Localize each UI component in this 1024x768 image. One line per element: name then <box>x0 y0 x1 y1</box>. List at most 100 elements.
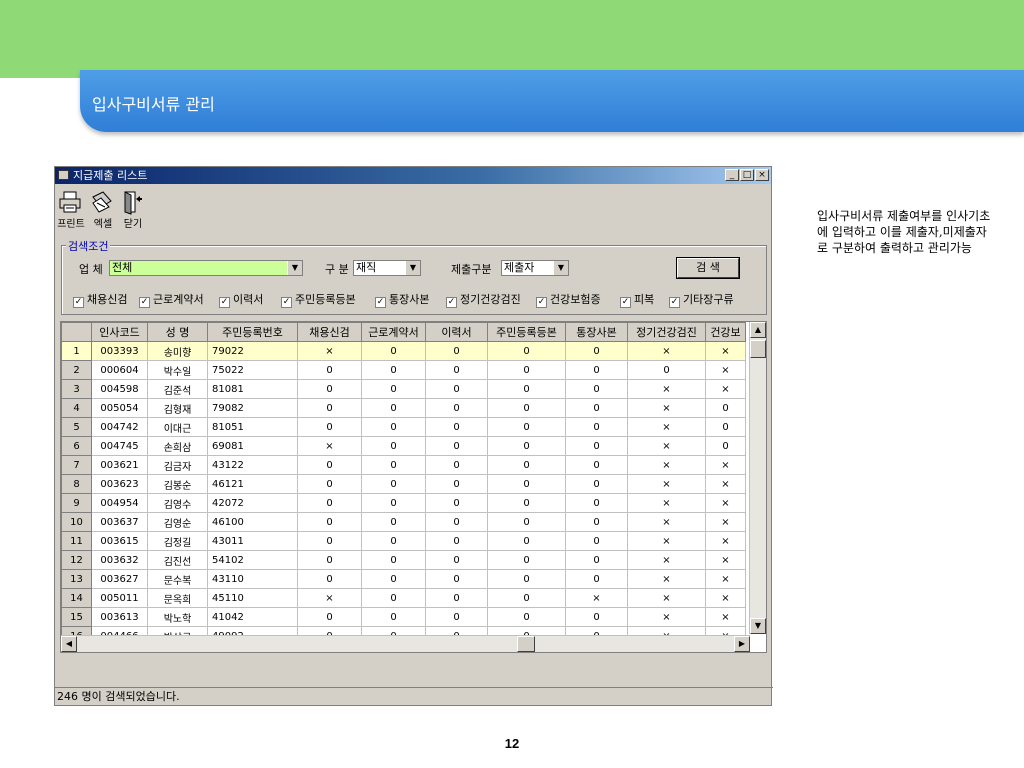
company-select[interactable]: 전체 ▼ <box>109 260 303 276</box>
table-cell[interactable]: 0 <box>487 474 566 494</box>
table-cell[interactable]: 79082 <box>207 398 298 418</box>
table-cell[interactable]: 0 <box>425 398 488 418</box>
row-number[interactable]: 11 <box>61 531 92 551</box>
table-cell[interactable]: 0 <box>361 607 426 627</box>
table-cell[interactable]: 0 <box>297 512 362 532</box>
table-cell[interactable]: 0 <box>361 379 426 399</box>
table-cell[interactable]: 0 <box>425 607 488 627</box>
table-cell[interactable]: 0 <box>361 398 426 418</box>
table-row[interactable]: 10 003637 김영순 46100 0 0 0 0 0 × × <box>61 512 746 532</box>
row-number[interactable]: 9 <box>61 493 92 513</box>
table-cell[interactable]: × <box>565 588 628 608</box>
table-cell[interactable]: × <box>705 493 746 513</box>
checkbox-resume[interactable]: ✓ 이력서 <box>219 291 263 308</box>
table-cell[interactable]: 김영순 <box>147 512 208 532</box>
table-cell[interactable]: × <box>627 474 706 494</box>
table-row[interactable]: 9 004954 김영수 42072 0 0 0 0 0 × × <box>61 493 746 513</box>
column-header[interactable]: 채용신검 <box>297 322 362 342</box>
table-cell[interactable]: 0 <box>425 417 488 437</box>
table-cell[interactable]: 0 <box>565 360 628 380</box>
checkbox-bankbook[interactable]: ✓ 통장사본 <box>375 291 429 308</box>
table-cell[interactable]: 0 <box>297 607 362 627</box>
table-cell[interactable]: × <box>627 379 706 399</box>
table-cell[interactable]: 0 <box>487 531 566 551</box>
table-cell[interactable]: 0 <box>361 474 426 494</box>
table-cell[interactable]: 81081 <box>207 379 298 399</box>
table-cell[interactable]: 0 <box>565 379 628 399</box>
column-header[interactable]: 근로계약서 <box>361 322 426 342</box>
table-cell[interactable]: 0 <box>487 379 566 399</box>
table-row[interactable]: 14 005011 문옥희 45110 × 0 0 0 × × × <box>61 588 746 608</box>
table-row[interactable]: 3 004598 김준석 81081 0 0 0 0 0 × × <box>61 379 746 399</box>
hscroll-thumb[interactable] <box>517 636 535 652</box>
table-cell[interactable]: 0 <box>361 341 426 361</box>
table-cell[interactable]: × <box>627 512 706 532</box>
row-number[interactable]: 8 <box>61 474 92 494</box>
table-cell[interactable]: 0 <box>297 474 362 494</box>
table-cell[interactable]: 003632 <box>91 550 148 570</box>
table-cell[interactable]: 0 <box>627 360 706 380</box>
row-number[interactable]: 1 <box>61 341 92 361</box>
checkbox-box[interactable]: ✓ <box>620 297 631 308</box>
table-cell[interactable]: 0 <box>425 569 488 589</box>
table-cell[interactable]: 0 <box>361 360 426 380</box>
row-number[interactable]: 12 <box>61 550 92 570</box>
category-select[interactable]: 재직 ▼ <box>353 260 421 276</box>
table-cell[interactable]: 0 <box>425 360 488 380</box>
row-number[interactable]: 3 <box>61 379 92 399</box>
table-row[interactable]: 7 003621 김금자 43122 0 0 0 0 0 × × <box>61 455 746 475</box>
table-cell[interactable]: 42072 <box>207 493 298 513</box>
table-cell[interactable]: 004954 <box>91 493 148 513</box>
table-cell[interactable]: 41042 <box>207 607 298 627</box>
checkbox-recruit-exam[interactable]: ✓ 채용신검 <box>73 291 127 308</box>
table-cell[interactable]: × <box>705 550 746 570</box>
checkbox-uniform[interactable]: ✓ 피복 <box>620 291 654 308</box>
table-cell[interactable]: 0 <box>361 531 426 551</box>
table-cell[interactable]: 0 <box>425 455 488 475</box>
chevron-down-icon[interactable]: ▼ <box>553 261 568 275</box>
table-cell[interactable]: 003393 <box>91 341 148 361</box>
checkbox-labor-contract[interactable]: ✓ 근로계약서 <box>139 291 204 308</box>
table-cell[interactable]: 46121 <box>207 474 298 494</box>
column-header[interactable]: 인사코드 <box>91 322 148 342</box>
table-cell[interactable]: 김정길 <box>147 531 208 551</box>
horizontal-scrollbar[interactable]: ◀ ▶ <box>61 635 750 652</box>
close-button[interactable]: 닫기 <box>119 189 147 230</box>
table-cell[interactable]: 박수일 <box>147 360 208 380</box>
table-cell[interactable]: 0 <box>425 379 488 399</box>
table-cell[interactable]: 0 <box>297 493 362 513</box>
table-cell[interactable]: × <box>627 569 706 589</box>
table-cell[interactable]: 0 <box>565 512 628 532</box>
table-cell[interactable]: 43011 <box>207 531 298 551</box>
checkbox-box[interactable]: ✓ <box>446 297 457 308</box>
table-cell[interactable]: × <box>705 569 746 589</box>
checkbox-health-checkup[interactable]: ✓ 정기건강검진 <box>446 291 521 308</box>
table-cell[interactable]: 0 <box>297 398 362 418</box>
checkbox-box[interactable]: ✓ <box>139 297 150 308</box>
table-cell[interactable]: 0 <box>487 455 566 475</box>
table-cell[interactable]: 0 <box>487 436 566 456</box>
table-cell[interactable]: 0 <box>487 341 566 361</box>
table-cell[interactable]: 0 <box>565 417 628 437</box>
column-header[interactable]: 통장사본 <box>565 322 628 342</box>
table-cell[interactable]: × <box>705 360 746 380</box>
table-cell[interactable]: 004745 <box>91 436 148 456</box>
table-cell[interactable]: × <box>705 607 746 627</box>
table-cell[interactable]: × <box>627 436 706 456</box>
scroll-left-icon[interactable]: ◀ <box>61 636 77 652</box>
row-number[interactable]: 7 <box>61 455 92 475</box>
table-cell[interactable]: 81051 <box>207 417 298 437</box>
table-cell[interactable]: 45110 <box>207 588 298 608</box>
maximize-button[interactable]: □ <box>740 169 754 181</box>
table-cell[interactable]: 김봉순 <box>147 474 208 494</box>
table-cell[interactable]: 박노학 <box>147 607 208 627</box>
table-cell[interactable]: 003637 <box>91 512 148 532</box>
table-cell[interactable]: 0 <box>361 512 426 532</box>
table-cell[interactable]: 000604 <box>91 360 148 380</box>
row-number[interactable]: 13 <box>61 569 92 589</box>
table-cell[interactable]: × <box>627 550 706 570</box>
row-number[interactable]: 15 <box>61 607 92 627</box>
chevron-down-icon[interactable]: ▼ <box>405 261 420 275</box>
checkbox-box[interactable]: ✓ <box>375 297 386 308</box>
table-cell[interactable]: 0 <box>565 436 628 456</box>
